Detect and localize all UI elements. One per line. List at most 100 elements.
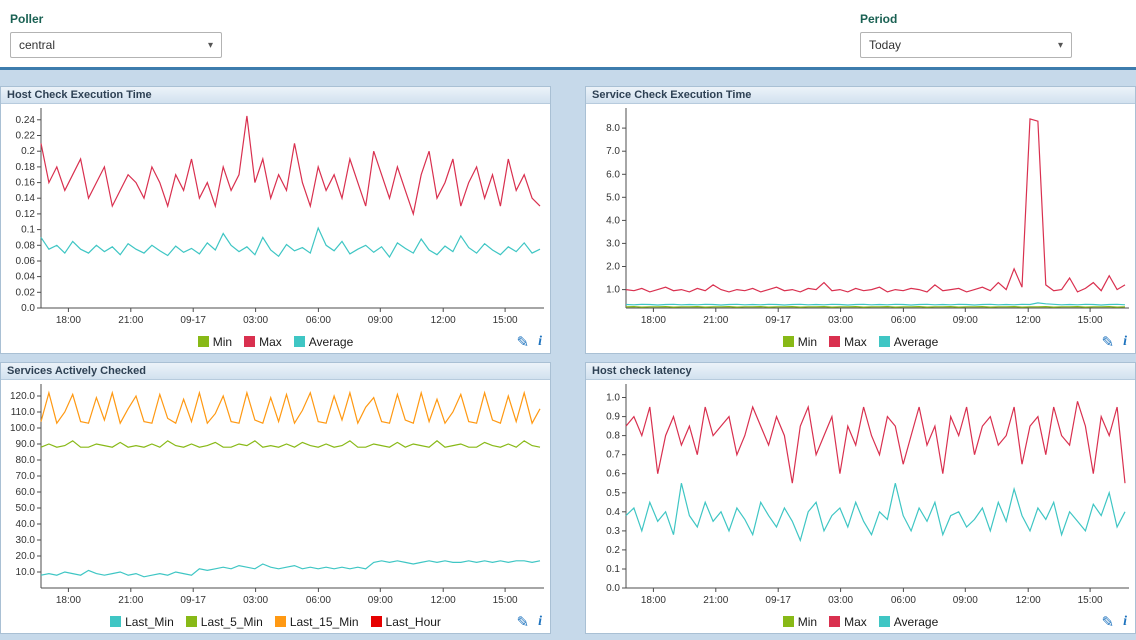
legend-item-last_15_min[interactable]: Last_15_Min	[275, 615, 359, 629]
legend-swatch-icon	[879, 616, 890, 627]
legend-item-last_5_min[interactable]: Last_5_Min	[186, 615, 263, 629]
svg-text:1.0: 1.0	[606, 285, 620, 296]
svg-text:80.0: 80.0	[16, 455, 36, 466]
svg-text:0.06: 0.06	[16, 256, 36, 267]
period-select[interactable]: Today ▾	[860, 32, 1072, 58]
legend-item-last_hour[interactable]: Last_Hour	[371, 615, 441, 629]
svg-text:0.5: 0.5	[606, 488, 620, 499]
legend-swatch-icon	[371, 616, 382, 627]
svg-text:50.0: 50.0	[16, 503, 36, 514]
svg-text:12:00: 12:00	[1016, 595, 1041, 606]
poller-filter: Poller central ▾	[10, 12, 222, 58]
legend: Min Max Average	[777, 335, 945, 349]
svg-text:0.12: 0.12	[16, 209, 36, 220]
legend-item-max[interactable]: Max	[829, 615, 867, 629]
panel-service-check-execution-time: Service Check Execution Time 1.02.03.04.…	[585, 86, 1136, 354]
svg-text:0.0: 0.0	[21, 303, 35, 314]
edit-graph-icon[interactable]: ✎	[517, 613, 530, 631]
svg-text:18:00: 18:00	[56, 595, 81, 606]
svg-text:06:00: 06:00	[891, 315, 916, 326]
legend-row: Min Max Average ✎ i	[586, 328, 1135, 354]
svg-text:110.0: 110.0	[11, 407, 36, 418]
chart-canvas[interactable]: 0.00.10.20.30.40.50.60.70.80.91.018:0021…	[586, 380, 1135, 608]
legend-item-average[interactable]: Average	[879, 615, 938, 629]
svg-text:40.0: 40.0	[16, 519, 36, 530]
legend: Last_Min Last_5_Min Last_15_Min Last_Hour	[104, 615, 447, 629]
period-select-value: Today	[869, 38, 901, 52]
legend-swatch-icon	[275, 616, 286, 627]
legend-label: Min	[798, 335, 817, 349]
svg-text:0.7: 0.7	[606, 450, 620, 461]
svg-text:60.0: 60.0	[16, 487, 36, 498]
legend-label: Last_5_Min	[201, 615, 263, 629]
panel-icons: ✎ i	[517, 328, 542, 354]
period-label: Period	[860, 12, 1072, 26]
svg-text:15:00: 15:00	[493, 595, 518, 606]
graphs-grid: Host Check Execution Time 0.0 0.0 20.0 40.0…	[0, 70, 1136, 634]
svg-text:03:00: 03:00	[828, 595, 853, 606]
svg-text:09-17: 09-17	[180, 595, 206, 606]
legend-label: Average	[894, 615, 938, 629]
legend-item-average[interactable]: Average	[294, 335, 353, 349]
chart-canvas[interactable]: 0.00.020.040.060.080.10.120.140.160.180.…	[1, 104, 550, 328]
svg-text:3.0: 3.0	[606, 238, 620, 249]
svg-text:2.0: 2.0	[606, 262, 620, 273]
chart-canvas[interactable]: 1.02.03.04.05.06.07.08.018:0021:0009-170…	[586, 104, 1135, 328]
legend-item-max[interactable]: Max	[244, 335, 282, 349]
legend-label: Min	[798, 615, 817, 629]
svg-text:0.9: 0.9	[606, 412, 620, 423]
panel-icons: ✎ i	[1102, 328, 1127, 354]
svg-text:03:00: 03:00	[243, 315, 268, 326]
edit-graph-icon[interactable]: ✎	[1102, 613, 1115, 631]
info-icon[interactable]: i	[538, 334, 542, 350]
legend-item-min[interactable]: Min	[783, 335, 817, 349]
svg-text:0.3: 0.3	[606, 526, 620, 537]
info-icon[interactable]: i	[538, 614, 542, 630]
svg-text:8.0: 8.0	[606, 123, 620, 134]
legend-label: Last_15_Min	[290, 615, 359, 629]
svg-text:0.1: 0.1	[21, 225, 35, 236]
svg-text:10.0: 10.0	[16, 567, 36, 578]
panel-services-actively-checked: Services Actively Checked 10.020.030.040…	[0, 362, 551, 634]
legend-swatch-icon	[879, 336, 890, 347]
svg-text:0.2: 0.2	[21, 146, 35, 157]
svg-text:09:00: 09:00	[953, 315, 978, 326]
legend-item-min[interactable]: Min	[198, 335, 232, 349]
poller-select[interactable]: central ▾	[10, 32, 222, 58]
svg-text:100.0: 100.0	[10, 423, 35, 434]
legend-swatch-icon	[244, 336, 255, 347]
svg-text:21:00: 21:00	[703, 595, 728, 606]
legend-item-min[interactable]: Min	[783, 615, 817, 629]
legend-item-last_min[interactable]: Last_Min	[110, 615, 174, 629]
svg-text:0.08: 0.08	[16, 240, 36, 251]
chart-canvas[interactable]: 10.020.030.040.050.060.070.080.090.0100.…	[1, 380, 550, 608]
svg-text:0.8: 0.8	[606, 431, 620, 442]
edit-graph-icon[interactable]: ✎	[1102, 333, 1115, 351]
svg-text:0.16: 0.16	[16, 178, 36, 189]
svg-text:03:00: 03:00	[243, 595, 268, 606]
panel-icons: ✎ i	[517, 608, 542, 634]
svg-text:09:00: 09:00	[368, 595, 393, 606]
edit-graph-icon[interactable]: ✎	[517, 333, 530, 351]
svg-text:20.0: 20.0	[16, 551, 36, 562]
svg-text:0.0: 0.0	[606, 583, 620, 594]
info-icon[interactable]: i	[1123, 334, 1127, 350]
info-icon[interactable]: i	[1123, 614, 1127, 630]
svg-text:0.4: 0.4	[606, 507, 620, 518]
svg-text:09-17: 09-17	[765, 595, 791, 606]
svg-text:0.2: 0.2	[606, 545, 620, 556]
svg-text:15:00: 15:00	[1078, 595, 1103, 606]
svg-text:12:00: 12:00	[431, 315, 456, 326]
svg-text:7.0: 7.0	[606, 146, 620, 157]
legend-item-max[interactable]: Max	[829, 335, 867, 349]
legend-label: Average	[894, 335, 938, 349]
legend-swatch-icon	[783, 616, 794, 627]
svg-text:21:00: 21:00	[118, 595, 143, 606]
svg-text:18:00: 18:00	[641, 595, 666, 606]
legend-label: Average	[309, 335, 353, 349]
svg-text:03:00: 03:00	[828, 315, 853, 326]
panel-title: Host Check Execution Time	[1, 87, 550, 104]
svg-text:0.24: 0.24	[16, 115, 36, 126]
legend-item-average[interactable]: Average	[879, 335, 938, 349]
svg-text:0.18: 0.18	[16, 162, 36, 173]
